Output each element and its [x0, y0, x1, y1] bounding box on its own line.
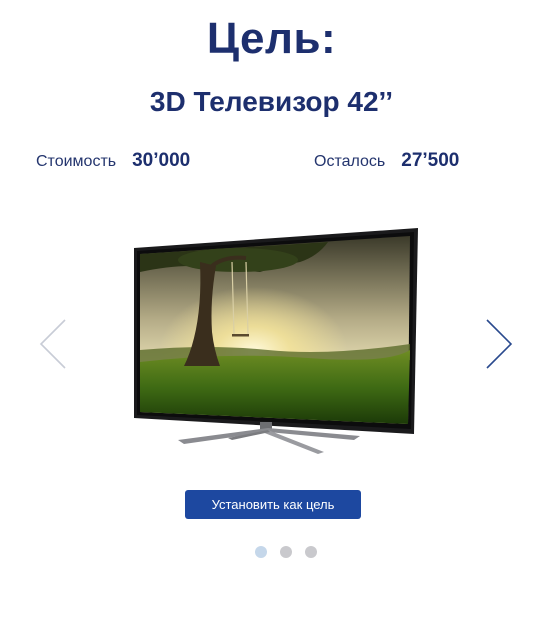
cost-label: Стоимость: [36, 153, 117, 170]
goal-heading: Цель:: [206, 14, 337, 63]
carousel-dot-3[interactable]: [304, 546, 317, 558]
product-name: 3D Телевизор 42’’: [149, 86, 394, 117]
carousel-prev-button[interactable]: [38, 318, 68, 370]
remaining-stat: Осталось 27’500: [314, 150, 459, 176]
chevron-left-icon: [39, 319, 66, 369]
cost-value: 30’000: [132, 150, 191, 171]
chevron-right-icon: [486, 319, 513, 369]
set-goal-button[interactable]: Установить как цель: [185, 490, 361, 519]
remaining-value: 27’500: [401, 150, 460, 171]
cost-stat: Стоимость 30’000: [36, 150, 190, 176]
carousel-dots: [0, 546, 543, 558]
tv-image: [128, 226, 420, 456]
carousel-dot-2[interactable]: [279, 546, 292, 558]
carousel-next-button[interactable]: [484, 318, 514, 370]
remaining-label: Осталось: [314, 153, 386, 170]
carousel-dot-1[interactable]: [254, 546, 267, 558]
